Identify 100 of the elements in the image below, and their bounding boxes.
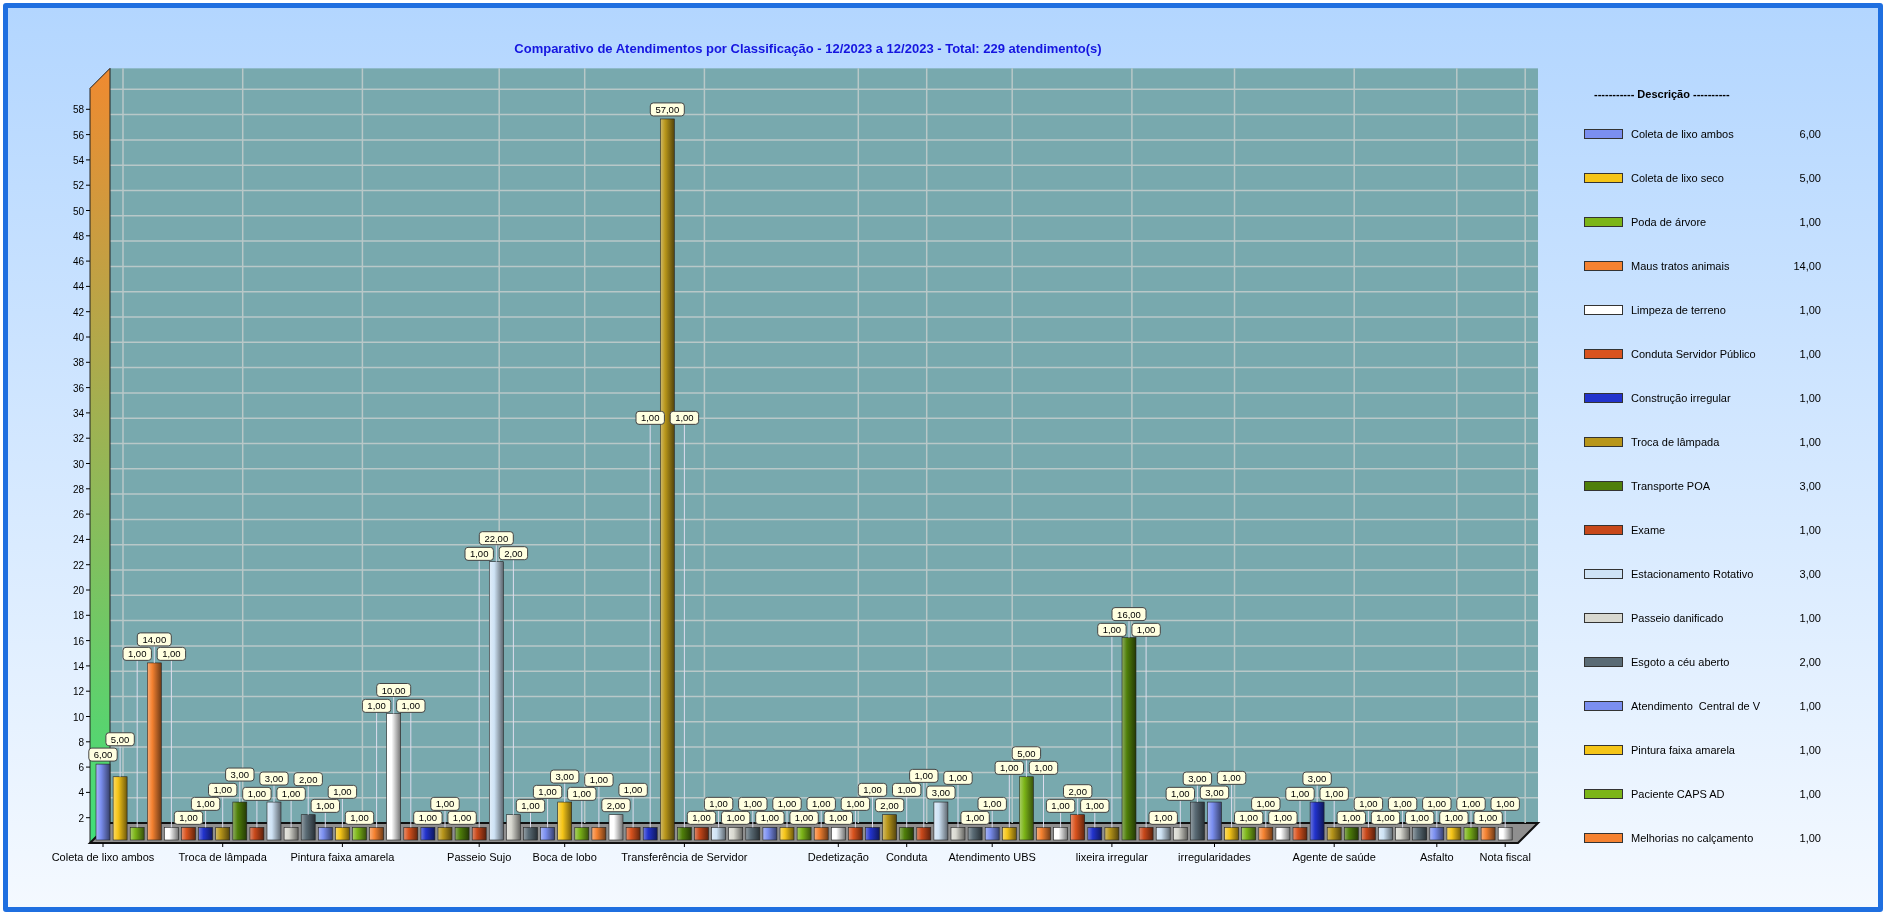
category-label: lixeira irregular <box>1075 851 1148 863</box>
bar <box>1002 827 1017 841</box>
axis-tick-label: 2 <box>78 812 84 824</box>
data-label: 1,00 <box>943 770 973 785</box>
category-label: Pintura faixa amarela <box>290 851 395 863</box>
axis-tick-label: 18 <box>72 610 84 622</box>
legend-label: Poda de árvore <box>1631 214 1708 230</box>
data-label: 1,00 <box>447 810 477 825</box>
legend-label: Melhorias no calçamento <box>1631 830 1755 846</box>
axis-tick-label: 52 <box>72 180 84 192</box>
data-label: 3,00 <box>1302 771 1332 786</box>
data-label: 1,00 <box>635 410 665 425</box>
bar <box>1395 827 1410 841</box>
axis-tick-label: 16 <box>72 635 84 647</box>
axis-tick-label: 10 <box>72 711 84 723</box>
axis-tick-label: 40 <box>72 332 84 343</box>
legend-value: 1,00 <box>1798 786 1821 802</box>
legend-value: 14,00 <box>1792 258 1821 274</box>
legend-label: Paciente CAPS AD <box>1631 786 1726 802</box>
bar <box>403 827 419 841</box>
data-label: 1,00 <box>618 782 648 797</box>
legend-label: Construção irregular <box>1631 390 1732 406</box>
data-label: 5,00 <box>1011 746 1042 761</box>
data-label: 1,00 <box>584 772 614 787</box>
bar <box>779 827 795 841</box>
bar <box>1378 827 1393 841</box>
data-label: 1,00 <box>857 782 888 797</box>
data-label: 1,00 <box>755 810 785 825</box>
data-label: 1,00 <box>1490 796 1520 811</box>
data-label: 10,00 <box>376 683 412 697</box>
legend-label: Limpeza de terreno <box>1631 302 1727 318</box>
data-label: 1,00 <box>532 784 563 799</box>
bar <box>1087 827 1103 841</box>
bar <box>574 827 590 841</box>
bar <box>352 827 367 841</box>
data-label: 1,00 <box>1439 810 1469 825</box>
bar <box>865 827 880 841</box>
bar <box>745 827 761 841</box>
category-label: Boca de lobo <box>532 851 597 863</box>
bar <box>1190 801 1205 841</box>
data-label: 2,00 <box>601 798 631 813</box>
bar <box>1224 827 1239 841</box>
bar <box>813 827 829 841</box>
data-label: 1,00 <box>208 782 238 797</box>
legend-value: 1,00 <box>1798 698 1821 714</box>
data-label: 1,00 <box>960 810 990 825</box>
legend-value: 5,00 <box>1798 170 1821 186</box>
legend-label: Troca de lâmpada <box>1631 434 1721 450</box>
axis-tick-label: 48 <box>72 230 84 242</box>
data-label: 1,00 <box>1319 786 1349 801</box>
category-label: Transferência de Servidor <box>621 851 748 863</box>
axis-tick-label: 38 <box>72 357 84 369</box>
legend-value: 3,00 <box>1798 566 1821 582</box>
bar <box>711 827 726 841</box>
bar <box>642 827 658 841</box>
data-label: 1,00 <box>1216 770 1247 785</box>
axis-tick-label: 42 <box>72 306 84 318</box>
axis-tick-label: 28 <box>72 483 84 495</box>
data-label: 2,00 <box>1063 784 1093 799</box>
data-label: 1,00 <box>1097 622 1127 637</box>
data-label: 1,00 <box>721 810 751 825</box>
data-label: 6,00 <box>88 747 118 762</box>
data-label: 2,00 <box>293 772 323 787</box>
category-label: Asfalto <box>1420 851 1454 863</box>
bar <box>1412 827 1427 841</box>
data-label: 1,00 <box>1165 786 1195 801</box>
data-label: 1,00 <box>173 810 204 825</box>
bar <box>335 827 350 841</box>
axis-tick-label: 36 <box>72 382 84 394</box>
axis-tick-label: 46 <box>72 256 84 268</box>
bar <box>1053 827 1068 841</box>
data-label: 1,00 <box>1422 796 1452 811</box>
axis-tick-label: 8 <box>78 736 84 748</box>
category-label: Coleta de lixo ambos <box>51 851 155 863</box>
data-label: 57,00 <box>649 102 685 117</box>
bar <box>215 827 230 841</box>
data-label: 1,00 <box>977 796 1007 811</box>
axis-tick-label: 54 <box>72 154 84 166</box>
data-label: 1,00 <box>840 796 871 811</box>
bar <box>437 827 453 841</box>
data-label: 1,00 <box>1456 796 1486 811</box>
axis-tick-label: 50 <box>72 205 84 217</box>
bar <box>1361 827 1376 841</box>
bar <box>762 827 778 841</box>
bar <box>1497 827 1513 841</box>
bar <box>1275 827 1291 841</box>
axis-tick-label: 34 <box>72 407 84 419</box>
legend-label: Atendimento Central de V <box>1631 698 1762 714</box>
legend-label: Pintura faixa amarela <box>1631 742 1736 758</box>
axis-tick-label: 12 <box>72 686 84 698</box>
data-label: 1,00 <box>669 410 700 425</box>
axis-tick-label: 24 <box>72 534 84 546</box>
legend-label: Coleta de lixo ambos <box>1631 126 1735 142</box>
axis-tick-label: 58 <box>72 104 84 116</box>
data-label: 1,00 <box>1387 796 1418 811</box>
bar <box>1155 827 1171 841</box>
axis-tick-label: 32 <box>72 433 84 445</box>
data-label: 1,00 <box>1234 810 1264 825</box>
axis-tick-label: 30 <box>72 458 84 470</box>
legend-label: Maus tratos animais <box>1631 258 1731 274</box>
